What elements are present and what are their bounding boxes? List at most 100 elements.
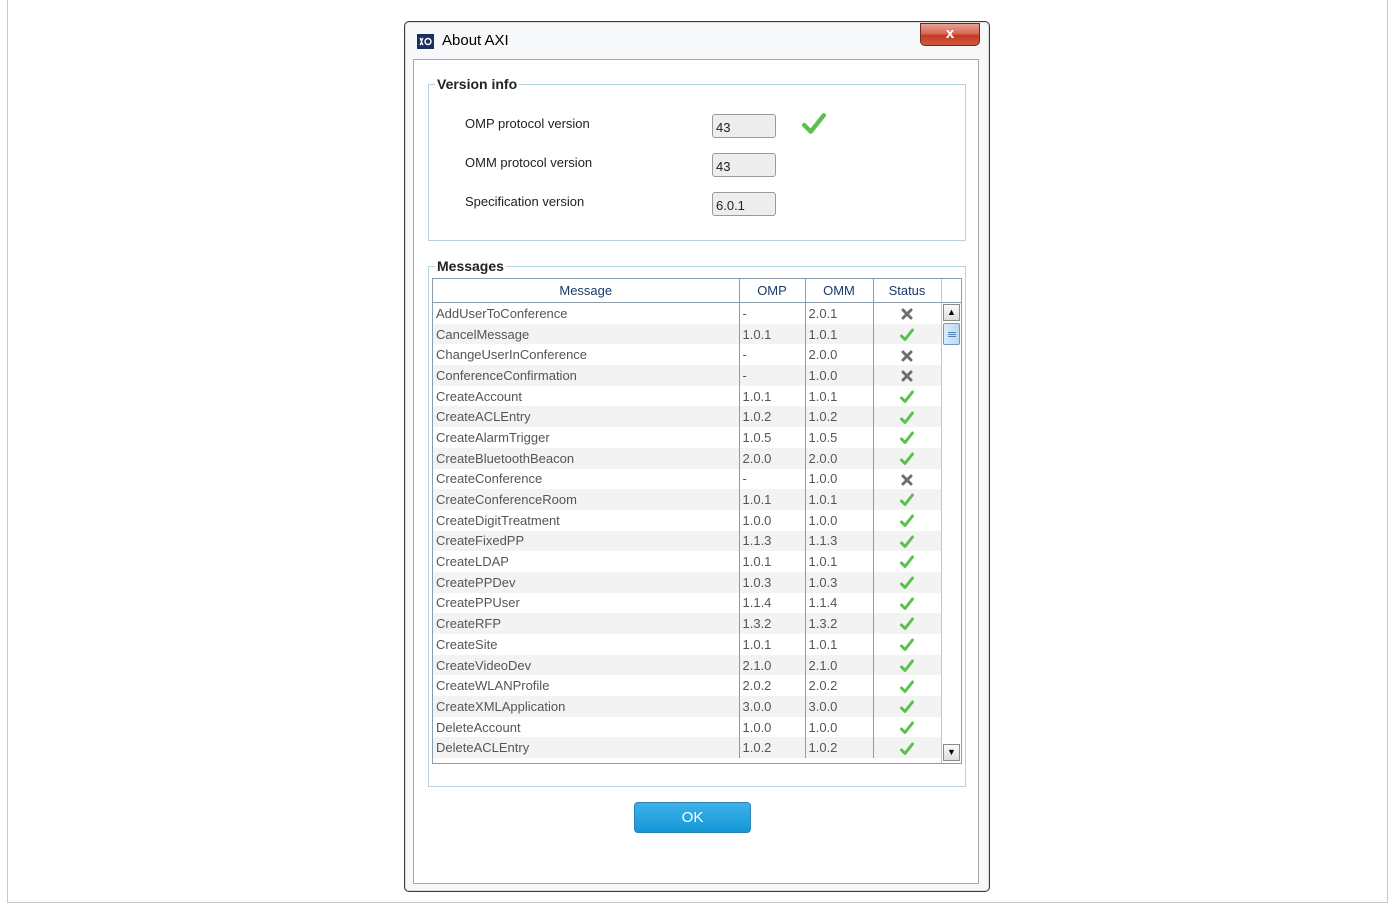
table-row[interactable]: CreateXMLApplication 3.0.0 3.0.0 (433, 696, 942, 717)
table-row[interactable]: CancelMessage 1.0.1 1.0.1 (433, 323, 942, 345)
close-button[interactable]: x (920, 23, 980, 46)
cell-omp: 1.0.5 (739, 427, 806, 448)
cell-message: DeleteAccount (433, 716, 740, 738)
cell-omm: 1.0.1 (805, 551, 874, 572)
cell-omp: 1.0.0 (739, 716, 806, 738)
cell-omm: 2.1.0 (805, 654, 874, 676)
status-check-icon (873, 737, 942, 759)
dialog-client: Version info OMP protocol version 43 OMM… (413, 59, 979, 884)
status-cross-icon (873, 344, 942, 366)
scroll-up-button[interactable]: ▲ (943, 304, 960, 321)
cell-omp: - (739, 344, 806, 366)
cell-omm: 1.0.0 (805, 716, 874, 738)
cell-message: CreateSite (433, 634, 740, 655)
table-row[interactable]: AddUserToConference -2.0.1 (433, 302, 942, 324)
spec-version-field: 6.0.1 (712, 192, 776, 216)
cell-omp: 1.0.1 (739, 385, 806, 407)
about-dialog: About AXI x Version info OMP protocol ve… (404, 21, 990, 892)
axi-app-icon (417, 34, 434, 49)
check-icon (802, 113, 826, 134)
table-row[interactable]: CreatePPUser 1.1.4 1.1.4 (433, 592, 942, 614)
status-check-icon (873, 447, 942, 469)
cell-omp: - (739, 365, 806, 386)
status-check-icon (873, 675, 942, 697)
table-row[interactable]: CreateAccount 1.0.1 1.0.1 (433, 385, 942, 407)
table-row[interactable]: CreateLDAP 1.0.1 1.0.1 (433, 551, 942, 572)
cell-omm: 1.0.1 (805, 385, 874, 407)
status-check-icon (873, 696, 942, 717)
scroll-thumb[interactable] (943, 323, 960, 345)
cell-message: CreateLDAP (433, 551, 740, 572)
status-check-icon (873, 385, 942, 407)
table-row[interactable]: DeleteACLEntry 1.0.2 1.0.2 (433, 737, 942, 759)
cell-omm: 1.0.0 (805, 365, 874, 386)
status-check-icon (873, 551, 942, 572)
cell-message: CreateBluetoothBeacon (433, 447, 740, 469)
omp-version-field: 43 (712, 114, 776, 138)
cell-omm: 1.1.4 (805, 592, 874, 614)
cell-omm: 1.1.3 (805, 530, 874, 552)
table-row[interactable]: CreateAlarmTrigger 1.0.5 1.0.5 (433, 427, 942, 448)
table-row[interactable]: CreateConferenceRoom 1.0.1 1.0.1 (433, 489, 942, 510)
status-check-icon (873, 654, 942, 676)
table-row[interactable]: CreateBluetoothBeacon 2.0.0 2.0.0 (433, 447, 942, 469)
cell-message: CreatePPDev (433, 571, 740, 593)
cell-omp: 1.0.1 (739, 323, 806, 345)
table-row[interactable]: CreatePPDev 1.0.3 1.0.3 (433, 571, 942, 593)
close-icon: x (945, 25, 955, 42)
title-bar[interactable]: About AXI x (405, 22, 989, 60)
status-check-icon (873, 634, 942, 655)
vertical-scrollbar[interactable]: ▲ ▼ (941, 279, 961, 763)
cell-omp: 2.0.0 (739, 447, 806, 469)
omp-version-label: OMP protocol version (465, 116, 590, 131)
cell-omp: - (739, 302, 806, 324)
cell-message: CreatePPUser (433, 592, 740, 614)
cell-omm: 1.0.5 (805, 427, 874, 448)
status-cross-icon (873, 302, 942, 324)
column-header-omm[interactable]: OMM (805, 279, 874, 303)
scroll-down-button[interactable]: ▼ (943, 744, 960, 761)
cell-omp: 1.0.1 (739, 551, 806, 572)
column-header-omp[interactable]: OMP (739, 279, 806, 303)
cell-message: AddUserToConference (433, 302, 740, 324)
table-row[interactable]: CreateACLEntry 1.0.2 1.0.2 (433, 406, 942, 428)
status-cross-icon (873, 468, 942, 490)
omm-version-field: 43 (712, 153, 776, 177)
table-row[interactable]: ConferenceConfirmation -1.0.0 (433, 365, 942, 386)
cell-omp: 1.0.0 (739, 509, 806, 531)
column-header-status[interactable]: Status (873, 279, 942, 303)
cell-omm: 1.0.2 (805, 737, 874, 759)
cell-omp: 1.1.3 (739, 530, 806, 552)
cell-omm: 1.0.1 (805, 489, 874, 510)
status-check-icon (873, 509, 942, 531)
table-row[interactable]: CreateFixedPP 1.1.3 1.1.3 (433, 530, 942, 552)
table-row[interactable]: CreateRFP 1.3.2 1.3.2 (433, 613, 942, 634)
table-row[interactable]: CreateDigitTreatment 1.0.0 1.0.0 (433, 509, 942, 531)
status-cross-icon (873, 365, 942, 386)
table-row[interactable]: DeleteAccount 1.0.0 1.0.0 (433, 716, 942, 738)
status-check-icon (873, 716, 942, 738)
cell-omm: 2.0.2 (805, 675, 874, 697)
cell-message: CreateAccount (433, 385, 740, 407)
version-info-group: Version info OMP protocol version 43 OMM… (428, 76, 966, 241)
table-row[interactable]: CreateSite 1.0.1 1.0.1 (433, 634, 942, 655)
table-row[interactable]: CreateWLANProfile 2.0.2 2.0.2 (433, 675, 942, 697)
spec-version-label: Specification version (465, 194, 585, 209)
dialog-title: About AXI (442, 32, 509, 49)
cell-omm: 1.0.0 (805, 509, 874, 531)
status-check-icon (873, 427, 942, 448)
table-row[interactable]: ChangeUserInConference -2.0.0 (433, 344, 942, 366)
ok-button[interactable]: OK (634, 802, 751, 833)
cell-omm: 2.0.0 (805, 447, 874, 469)
status-check-icon (873, 530, 942, 552)
cell-omm: 1.0.1 (805, 634, 874, 655)
status-check-icon (873, 406, 942, 428)
cell-omp: 1.0.2 (739, 737, 806, 759)
cell-message: CreateFixedPP (433, 530, 740, 552)
table-row[interactable]: CreateConference -1.0.0 (433, 468, 942, 490)
messages-legend: Messages (435, 258, 506, 274)
column-header-message[interactable]: Message (433, 279, 740, 303)
messages-table[interactable]: Message OMP OMM Status AddUserToConferen… (432, 278, 962, 764)
cell-omp: 1.0.1 (739, 489, 806, 510)
table-row[interactable]: CreateVideoDev 2.1.0 2.1.0 (433, 654, 942, 676)
